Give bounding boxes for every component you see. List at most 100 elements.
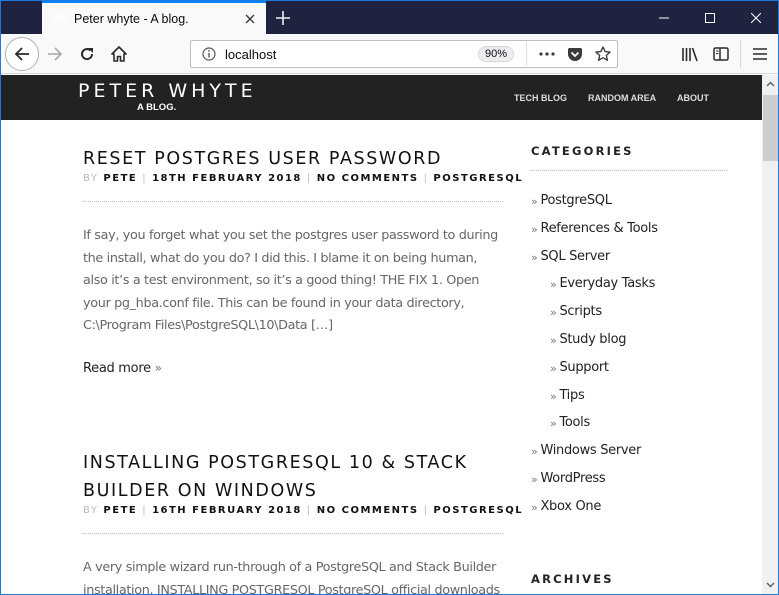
- sidebar-icon: [713, 47, 729, 61]
- raquo-icon: »: [550, 417, 557, 431]
- category-item[interactable]: » PostgreSQL: [531, 193, 727, 221]
- post-category[interactable]: POSTGRESQL: [433, 505, 523, 516]
- post-divider: [83, 201, 503, 202]
- meta-separator: |: [423, 173, 429, 184]
- widget-divider: [531, 170, 727, 171]
- post-date[interactable]: 18TH FEBRUARY 2018: [152, 173, 302, 184]
- menu-button[interactable]: [744, 38, 776, 70]
- info-icon[interactable]: [195, 47, 223, 61]
- forward-button[interactable]: [39, 38, 71, 70]
- raquo-icon: »: [550, 389, 557, 403]
- arrow-right-icon: [48, 47, 63, 61]
- url-separator: [526, 42, 527, 66]
- toolbar-separator: [740, 40, 741, 68]
- minimize-button[interactable]: [641, 1, 687, 35]
- category-item[interactable]: » WordPress: [531, 471, 727, 499]
- category-link[interactable]: Windows Server: [540, 443, 641, 458]
- category-link[interactable]: Tools: [559, 415, 590, 430]
- navigation-toolbar: localhost 90%: [1, 34, 778, 74]
- url-text[interactable]: localhost: [225, 47, 478, 62]
- post-excerpt: A very simple wizard run-through of a Po…: [83, 560, 500, 595]
- page-scrollbar[interactable]: [762, 75, 778, 594]
- category-item[interactable]: » Study blog: [531, 332, 727, 360]
- category-link[interactable]: Support: [559, 360, 609, 375]
- post-category[interactable]: POSTGRESQL: [433, 173, 523, 184]
- post-excerpt: If say, you forget what you set the post…: [83, 228, 498, 333]
- category-link[interactable]: Scripts: [559, 304, 602, 319]
- raquo-icon: »: [531, 472, 538, 486]
- post-comments[interactable]: NO COMMENTS: [317, 173, 419, 184]
- meta-separator: |: [142, 505, 148, 516]
- browser-window: PW Peter whyte - A blog. localhost 90% P…: [0, 0, 779, 595]
- category-item[interactable]: » References & Tools: [531, 221, 727, 249]
- category-link[interactable]: WordPress: [540, 471, 605, 486]
- post-divider: [83, 533, 503, 534]
- category-item[interactable]: » Scripts: [531, 304, 727, 332]
- category-item[interactable]: » Tips: [531, 388, 727, 416]
- post-comments[interactable]: NO COMMENTS: [317, 505, 419, 516]
- library-button[interactable]: [673, 38, 705, 70]
- sidebar: CATEGORIES » PostgreSQL» References & Tool…: [531, 120, 727, 527]
- pocket-icon[interactable]: [561, 47, 589, 62]
- category-item[interactable]: » Everyday Tasks: [531, 276, 727, 304]
- category-link[interactable]: References & Tools: [540, 221, 658, 236]
- meta-separator: |: [142, 173, 148, 184]
- by-label: BY: [83, 173, 99, 184]
- raquo-icon: »: [531, 500, 538, 514]
- zoom-level-badge[interactable]: 90%: [477, 46, 514, 62]
- sidebar-button[interactable]: [705, 38, 737, 70]
- maximize-button[interactable]: [687, 1, 733, 35]
- post-date[interactable]: 16TH FEBRUARY 2018: [152, 505, 302, 516]
- scroll-up-arrow-icon[interactable]: [762, 75, 778, 92]
- home-button[interactable]: [103, 38, 135, 70]
- browser-tab[interactable]: PW Peter whyte - A blog.: [42, 1, 266, 35]
- bookmark-star-icon[interactable]: [589, 46, 617, 62]
- page-actions-icon[interactable]: [533, 52, 561, 56]
- raquo-icon: »: [531, 195, 538, 208]
- new-tab-button[interactable]: [271, 6, 295, 30]
- address-bar[interactable]: localhost 90%: [190, 40, 618, 68]
- arrow-left-icon: [14, 47, 29, 61]
- category-link[interactable]: Study blog: [559, 332, 626, 347]
- post-article: INSTALLING POSTGRESQL 10 & STACK BUILDER…: [83, 449, 522, 595]
- nav-tech-blog[interactable]: TECH BLOG: [514, 93, 567, 103]
- by-label: BY: [83, 505, 99, 516]
- post-author[interactable]: PETE: [103, 173, 137, 184]
- post-author[interactable]: PETE: [103, 505, 137, 516]
- post-meta: BY PETE | 16TH FEBRUARY 2018 | NO COMMEN…: [83, 505, 522, 516]
- category-item[interactable]: » Xbox One: [531, 499, 727, 527]
- post-title[interactable]: RESET POSTGRES USER PASSWORD: [83, 145, 503, 173]
- raquo-icon: »: [550, 333, 557, 347]
- archives-title: ARCHIVES: [531, 572, 614, 586]
- scrollbar-thumb[interactable]: [763, 95, 778, 161]
- category-link[interactable]: SQL Server: [540, 249, 610, 264]
- nav-about[interactable]: ABOUT: [677, 93, 709, 103]
- reload-button[interactable]: [71, 38, 103, 70]
- raquo-icon: »: [550, 306, 557, 320]
- raquo-icon: »: [531, 250, 538, 264]
- tab-bar: PW Peter whyte - A blog.: [1, 0, 778, 35]
- close-window-button[interactable]: [733, 1, 778, 35]
- categories-title: CATEGORIES: [531, 144, 634, 158]
- back-button[interactable]: [5, 37, 39, 71]
- scroll-down-arrow-icon[interactable]: [762, 576, 778, 593]
- site-title[interactable]: PETER WHYTE: [78, 80, 257, 102]
- raquo-icon: »: [550, 278, 557, 292]
- close-tab-icon[interactable]: [238, 7, 262, 31]
- category-item[interactable]: » Support: [531, 360, 727, 388]
- category-item[interactable]: » Windows Server: [531, 443, 727, 471]
- category-link[interactable]: PostgreSQL: [540, 193, 612, 208]
- category-link[interactable]: Everyday Tasks: [559, 276, 655, 291]
- category-link[interactable]: Xbox One: [540, 499, 601, 514]
- read-more-link[interactable]: Read more »: [83, 361, 503, 376]
- meta-separator: |: [423, 505, 429, 516]
- category-link[interactable]: Tips: [559, 388, 584, 403]
- nav-random-area[interactable]: RANDOM AREA: [588, 93, 656, 103]
- post-title[interactable]: INSTALLING POSTGRESQL 10 & STACK BUILDER…: [83, 449, 503, 505]
- category-item[interactable]: » Tools: [531, 415, 727, 443]
- category-item[interactable]: » SQL Server: [531, 249, 727, 277]
- raquo-icon: »: [531, 445, 538, 459]
- meta-separator: |: [306, 173, 312, 184]
- read-more-label: Read more: [83, 360, 151, 376]
- web-page: PETER WHYTE A BLOG. TECH BLOG RANDOM ARE…: [1, 75, 762, 595]
